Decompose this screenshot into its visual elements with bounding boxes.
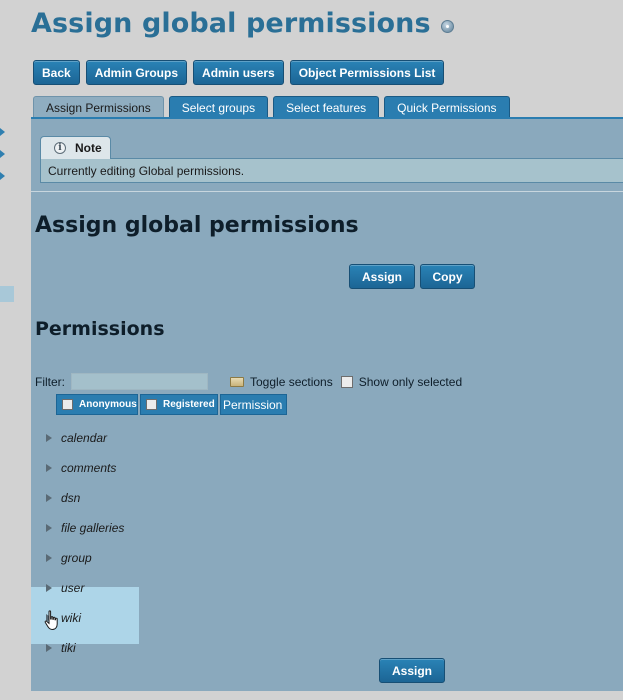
expand-arrow-icon[interactable] [46, 494, 52, 502]
sidebar-fragment [0, 286, 14, 302]
filter-input[interactable] [71, 373, 208, 390]
expand-arrow-icon[interactable] [46, 434, 52, 442]
admin-groups-button[interactable]: Admin Groups [85, 60, 188, 85]
permissions-heading: Permissions [35, 318, 165, 340]
bottom-assign-button[interactable]: Assign [379, 658, 445, 683]
show-only-selected-checkbox[interactable] [340, 375, 353, 388]
category-user[interactable]: user [46, 573, 124, 603]
object-permissions-list-button[interactable]: Object Permissions List [289, 60, 445, 85]
expand-arrow-icon[interactable] [46, 554, 52, 562]
page-title: Assign global permissions [31, 8, 454, 39]
sidebar-arrow[interactable] [0, 172, 5, 180]
category-label: user [61, 581, 85, 595]
show-only-selected-label: Show only selected [358, 374, 463, 389]
category-label: calendar [61, 431, 108, 445]
panel-border [31, 117, 623, 119]
assign-button[interactable]: Assign [349, 264, 415, 289]
folder-icon[interactable] [230, 376, 244, 387]
tab-bar: Assign Permissions Select groups Select … [33, 96, 510, 118]
page-title-text: Assign global permissions [31, 8, 431, 39]
select-all-anonymous-checkbox[interactable] [62, 399, 73, 410]
expand-arrow-icon[interactable] [46, 524, 52, 532]
tab-select-features[interactable]: Select features [273, 96, 380, 118]
sidebar-arrow[interactable] [0, 128, 5, 136]
category-tiki[interactable]: tiki [46, 633, 124, 663]
filter-label: Filter: [35, 374, 65, 389]
admin-users-button[interactable]: Admin users [193, 60, 284, 85]
category-label: wiki [61, 611, 81, 625]
note-body: Currently editing Global permissions. [40, 158, 623, 183]
divider [31, 191, 623, 192]
category-label: group [61, 551, 92, 565]
category-calendar[interactable]: calendar [46, 423, 124, 453]
tab-assign-permissions[interactable]: Assign Permissions [33, 96, 164, 118]
tab-panel: i Note Currently editing Global permissi… [31, 117, 623, 691]
info-icon: i [54, 142, 66, 154]
top-button-row: Back Admin Groups Admin users Object Per… [33, 60, 445, 85]
category-dsn[interactable]: dsn [46, 483, 124, 513]
tab-quick-permissions[interactable]: Quick Permissions [384, 96, 510, 118]
column-registered[interactable]: Registered [140, 394, 218, 415]
column-anonymous[interactable]: Anonymous [56, 394, 138, 415]
column-permission[interactable]: Permission [220, 394, 287, 415]
note-title: Note [75, 141, 102, 155]
help-icon[interactable] [440, 20, 454, 33]
section-heading: Assign global permissions [35, 213, 359, 238]
tab-select-groups[interactable]: Select groups [168, 96, 269, 118]
expand-arrow-icon[interactable] [46, 644, 52, 652]
column-registered-label: Registered [163, 399, 215, 410]
category-group[interactable]: group [46, 543, 124, 573]
sidebar-arrow[interactable] [0, 150, 5, 158]
back-button[interactable]: Back [33, 60, 80, 85]
toggle-sections-link[interactable]: Toggle sections [250, 375, 333, 389]
select-all-registered-checkbox[interactable] [146, 399, 157, 410]
expand-arrow-icon[interactable] [46, 584, 52, 592]
note-header: i Note [40, 136, 111, 159]
column-anonymous-label: Anonymous [79, 399, 137, 410]
hand-cursor-icon [44, 610, 58, 631]
category-file-galleries[interactable]: file galleries [46, 513, 124, 543]
copy-button[interactable]: Copy [420, 264, 475, 289]
expand-arrow-icon[interactable] [46, 464, 52, 472]
filter-row: Filter: Toggle sections Show only select… [35, 373, 462, 390]
assign-copy-row: Assign Copy [349, 264, 475, 289]
category-comments[interactable]: comments [46, 453, 124, 483]
category-label: dsn [61, 491, 81, 505]
permissions-table-header: Anonymous Registered Permission [56, 394, 287, 415]
category-label: comments [61, 461, 117, 475]
category-label: tiki [61, 641, 76, 655]
category-label: file galleries [61, 521, 125, 535]
